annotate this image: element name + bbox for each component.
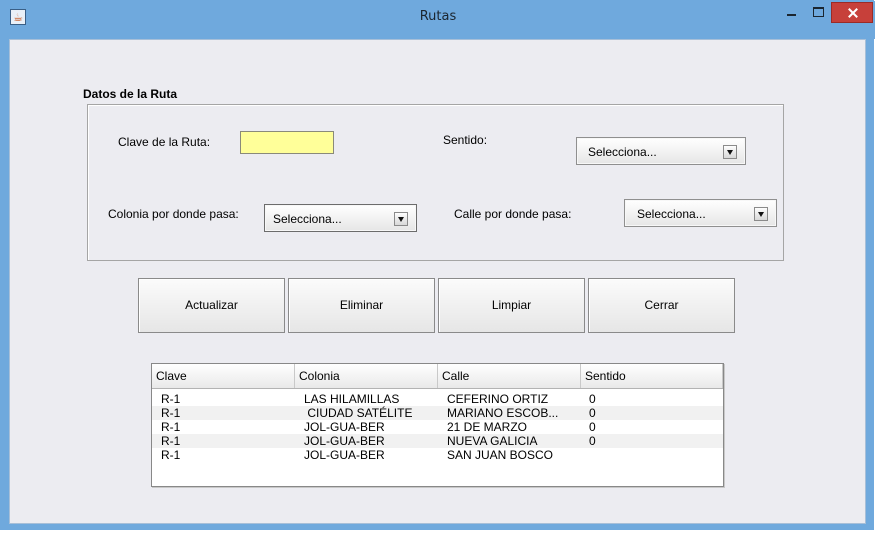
window-title: Rutas [419,9,457,24]
actualizar-button[interactable]: Actualizar [138,278,285,333]
cerrar-button[interactable]: Cerrar [588,278,735,333]
table-row[interactable]: R-1 JOL-GUA-BER NUEVA GALICIA 0 [152,434,723,448]
cell-sentido: 0 [589,392,596,406]
routes-table[interactable]: Clave Colonia Calle Sentido R-1 LAS HILA… [151,363,724,487]
sentido-select[interactable]: Selecciona... [576,137,746,165]
limpiar-button[interactable]: Limpiar [438,278,585,333]
column-header-sentido[interactable]: Sentido [581,364,723,388]
close-button[interactable] [831,2,873,23]
title-bar[interactable]: ☕ Rutas [1,1,875,39]
cell-clave: R-1 [161,406,181,420]
minimize-button[interactable] [779,3,805,23]
cell-clave: R-1 [161,448,181,462]
chevron-down-icon[interactable] [723,145,737,159]
calle-label: Calle por donde pasa: [454,207,572,221]
column-header-colonia[interactable]: Colonia [295,364,438,388]
colonia-select[interactable]: Selecciona... [264,204,417,232]
cell-sentido: 0 [589,420,596,434]
table-row[interactable]: R-1 LAS HILAMILLAS CEFERINO ORTIZ 0 [152,392,723,406]
colonia-select-value: Selecciona... [273,212,342,226]
calle-select-value: Selecciona... [637,207,706,221]
cell-clave: R-1 [161,420,181,434]
cell-clave: R-1 [161,434,181,448]
table-header: Clave Colonia Calle Sentido [152,364,723,389]
calle-select[interactable]: Selecciona... [624,199,777,227]
clave-label: Clave de la Ruta: [118,135,211,149]
colonia-label: Colonia por donde pasa: [108,207,239,221]
sentido-select-value: Selecciona... [588,145,657,159]
cell-calle: 21 DE MARZO [447,420,528,434]
chevron-down-icon[interactable] [754,207,768,221]
cell-sentido: 0 [589,406,596,420]
section-title: Datos de la Ruta [83,87,178,101]
cell-colonia: JOL-GUA-BER [304,448,385,462]
cell-colonia: CIUDAD SATÉLITE [304,406,413,420]
maximize-button[interactable] [805,3,831,23]
chevron-down-icon[interactable] [394,212,408,226]
cell-colonia: JOL-GUA-BER [304,434,385,448]
cell-sentido: 0 [589,434,596,448]
column-header-clave[interactable]: Clave [152,364,295,388]
cell-calle: CEFERINO ORTIZ [447,392,549,406]
cell-calle: NUEVA GALICIA [447,434,538,448]
eliminar-button[interactable]: Eliminar [288,278,435,333]
cell-sentido [584,448,722,462]
cell-calle: SAN JUAN BOSCO [447,448,554,462]
cell-colonia: LAS HILAMILLAS [304,392,400,406]
table-row[interactable]: R-1 JOL-GUA-BER 21 DE MARZO 0 [152,420,723,434]
cell-clave: R-1 [161,392,181,406]
cell-colonia: JOL-GUA-BER [304,420,385,434]
table-row[interactable]: R-1 CIUDAD SATÉLITE MARIANO ESCOB... 0 [152,406,723,420]
table-row[interactable]: R-1 JOL-GUA-BER SAN JUAN BOSCO [152,448,723,462]
column-header-calle[interactable]: Calle [438,364,581,388]
cell-calle: MARIANO ESCOB... [447,406,559,420]
sentido-label: Sentido: [443,133,488,147]
clave-input[interactable] [240,131,334,154]
route-data-panel [87,104,784,261]
